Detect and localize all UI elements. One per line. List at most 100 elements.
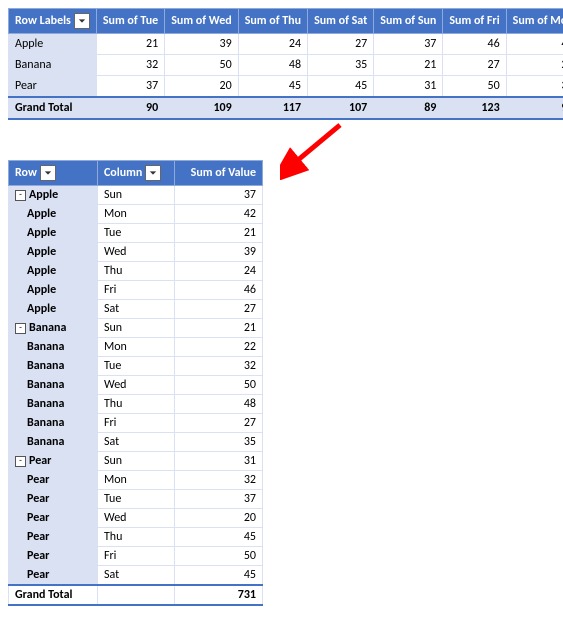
column-cell: Sat: [97, 433, 174, 452]
row-label-cell: Apple: [9, 243, 98, 262]
value-cell: 37: [174, 490, 262, 509]
value-cell: 45: [174, 528, 262, 547]
table-row: Pear37204545315032: [9, 76, 563, 98]
value-cell: 20: [174, 509, 262, 528]
column-cell: Thu: [97, 528, 174, 547]
value-cell: 22: [174, 338, 262, 357]
row-label-cell: Pear: [9, 490, 98, 509]
value-cell: 22: [506, 55, 563, 76]
table-row: AppleWed39: [9, 243, 263, 262]
pivot-table-tall: RowColumnSum of Value -AppleSun37AppleMo…: [8, 160, 263, 606]
collapse-button[interactable]: -: [15, 190, 26, 201]
column-cell: Mon: [97, 338, 174, 357]
row-label: Banana: [9, 55, 97, 76]
value-cell: 46: [174, 281, 262, 300]
column-cell: Sun: [97, 452, 174, 471]
value-cell: 50: [174, 547, 262, 566]
table-row: PearMon32: [9, 471, 263, 490]
value-column-header: Sum of Mon: [506, 9, 563, 34]
row-label-cell: Banana: [9, 395, 98, 414]
value-cell: 45: [308, 76, 374, 98]
column-cell: Mon: [97, 205, 174, 224]
grand-total-row: Grand Total731: [9, 585, 263, 605]
value-cell: 27: [174, 300, 262, 319]
row-label: Pear: [9, 76, 97, 98]
column-header: Column: [97, 161, 174, 186]
column-cell: Wed: [97, 243, 174, 262]
row-label-cell: Apple: [9, 300, 98, 319]
row-label: Apple: [9, 34, 97, 55]
table-row: PearTue37: [9, 490, 263, 509]
filter-dropdown-button[interactable]: [40, 165, 56, 181]
table-row: BananaSat35: [9, 433, 263, 452]
value-column-header: Sum of Thu: [238, 9, 307, 34]
row-label-cell: Banana: [9, 414, 98, 433]
value-cell: 50: [165, 55, 238, 76]
value-header: Sum of Value: [174, 161, 262, 186]
value-cell: 39: [165, 34, 238, 55]
arrow-icon: [280, 120, 350, 184]
table-row: BananaThu48: [9, 395, 263, 414]
value-cell: 42: [506, 34, 563, 55]
value-cell: 46: [443, 34, 506, 55]
value-cell: 48: [174, 395, 262, 414]
column-cell: Tue: [97, 490, 174, 509]
value-cell: 32: [506, 76, 563, 98]
value-cell: 32: [174, 357, 262, 376]
column-cell: Sat: [97, 566, 174, 586]
column-cell: Fri: [97, 414, 174, 433]
table-row: -BananaSun21: [9, 319, 263, 338]
row-label-cell: -Banana: [9, 319, 98, 338]
column-cell: Fri: [97, 281, 174, 300]
filter-dropdown-button[interactable]: [74, 13, 90, 29]
column-cell: Fri: [97, 547, 174, 566]
value-cell: 20: [165, 76, 238, 98]
table-row: Banana32504835212722: [9, 55, 563, 76]
value-cell: 37: [174, 186, 262, 205]
value-column-header: Sum of Wed: [165, 9, 238, 34]
column-cell: Sat: [97, 300, 174, 319]
value-cell: 27: [443, 55, 506, 76]
table-row: AppleMon42: [9, 205, 263, 224]
table-row: AppleThu24: [9, 262, 263, 281]
table-row: Apple21392427374642: [9, 34, 563, 55]
row-label-cell: Apple: [9, 224, 98, 243]
table-row: PearWed20: [9, 509, 263, 528]
column-cell: Wed: [97, 509, 174, 528]
table-row: AppleSat27: [9, 300, 263, 319]
row-label-cell: Apple: [9, 205, 98, 224]
table-row: -PearSun31: [9, 452, 263, 471]
filter-dropdown-button[interactable]: [145, 165, 161, 181]
value-cell: 48: [238, 55, 307, 76]
row-label-cell: Banana: [9, 433, 98, 452]
column-cell: Thu: [97, 395, 174, 414]
table-row: AppleFri46: [9, 281, 263, 300]
row-label-cell: Banana: [9, 338, 98, 357]
collapse-button[interactable]: -: [15, 323, 26, 334]
row-label-cell: Pear: [9, 547, 98, 566]
value-cell: 50: [174, 376, 262, 395]
column-cell: Thu: [97, 262, 174, 281]
value-cell: 31: [174, 452, 262, 471]
row-label-cell: -Apple: [9, 186, 98, 205]
value-cell: 21: [374, 55, 443, 76]
table-row: AppleTue21: [9, 224, 263, 243]
row-label-cell: Pear: [9, 509, 98, 528]
value-cell: 27: [308, 34, 374, 55]
pivot-table-wide: Row LabelsSum of TueSum of WedSum of Thu…: [8, 8, 563, 120]
table-row: BananaWed50: [9, 376, 263, 395]
row-label-cell: Pear: [9, 528, 98, 547]
value-cell: 50: [443, 76, 506, 98]
value-cell: 45: [238, 76, 307, 98]
value-column-header: Sum of Sat: [308, 9, 374, 34]
column-cell: Mon: [97, 471, 174, 490]
table-row: PearSat45: [9, 566, 263, 586]
value-cell: 37: [374, 34, 443, 55]
collapse-button[interactable]: -: [15, 456, 26, 467]
value-cell: 39: [174, 243, 262, 262]
row-label-cell: Apple: [9, 262, 98, 281]
column-cell: Tue: [97, 224, 174, 243]
value-cell: 45: [174, 566, 262, 586]
row-label-cell: Pear: [9, 471, 98, 490]
value-column-header: Sum of Fri: [443, 9, 506, 34]
